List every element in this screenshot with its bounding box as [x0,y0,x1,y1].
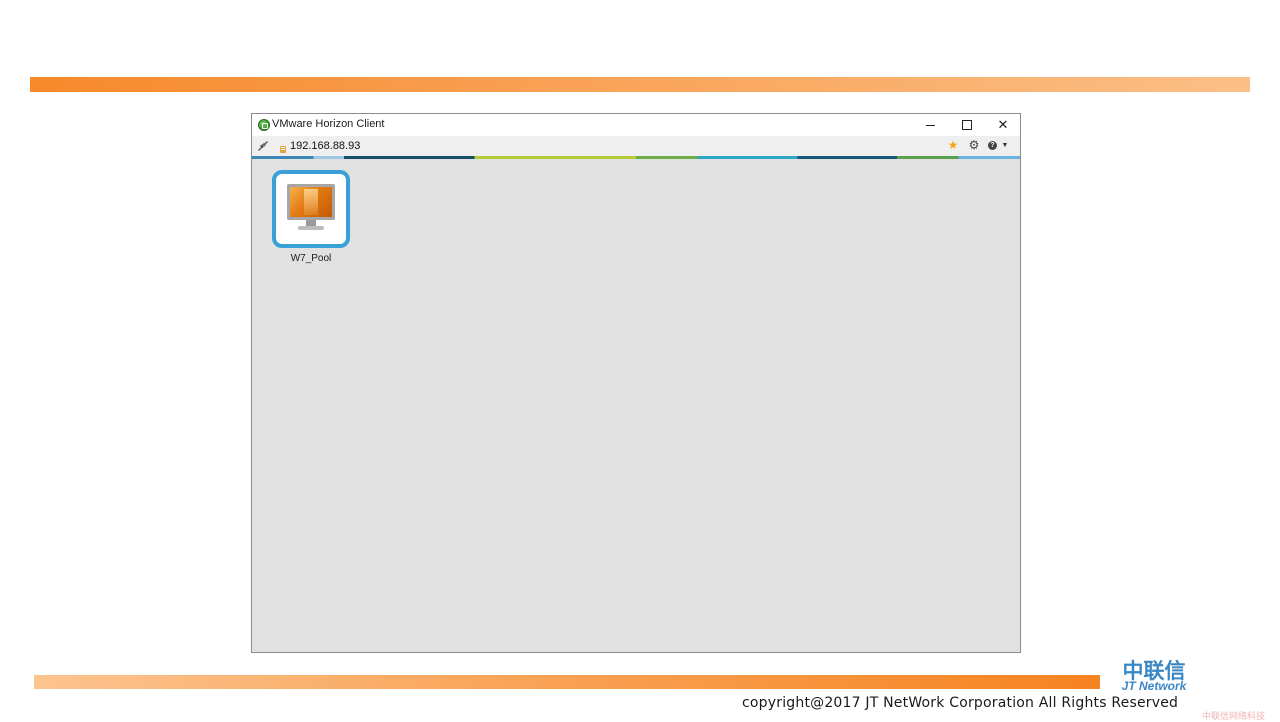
desktop-monitor-icon [287,184,335,220]
gear-icon[interactable]: ⚙ [967,138,981,152]
desktop-pools-area: W7_Pool [252,159,1020,652]
monitor-base [298,226,324,230]
toolbar: 192.168.88.93 ★ ⚙ ? ▼ [252,136,1020,156]
help-icon[interactable]: ? [988,141,997,150]
window-titlebar[interactable]: VMware Horizon Client ✕ [252,114,1020,136]
star-icon[interactable]: ★ [946,138,960,152]
close-icon: ✕ [997,117,1009,132]
disconnect-icon[interactable] [257,139,269,151]
pool-tile-selected[interactable] [272,170,350,248]
minimize-button[interactable] [914,114,948,136]
server-address: 192.168.88.93 [290,140,361,152]
brand-logo: 中联信 JT Network [1104,660,1204,692]
brand-name-en: JT Network [1121,679,1187,693]
copyright-text: copyright@2017 JT NetWork Corporation Al… [742,695,1179,711]
bottom-accent-bar [34,675,1100,689]
top-accent-bar [30,77,1250,92]
maximize-icon [962,120,972,130]
server-icon [279,141,287,153]
maximize-button[interactable] [950,114,984,136]
vmware-horizon-icon [258,119,270,131]
chevron-down-icon[interactable]: ▼ [1001,139,1009,153]
minimize-icon [926,125,935,126]
close-button[interactable]: ✕ [986,114,1020,136]
horizon-client-window: VMware Horizon Client ✕ 192.168.88.93 ★ … [251,113,1021,653]
watermark-text: 中联信网络科技 [1202,712,1266,722]
pool-label: W7_Pool [290,253,332,264]
window-title: VMware Horizon Client [272,118,385,130]
